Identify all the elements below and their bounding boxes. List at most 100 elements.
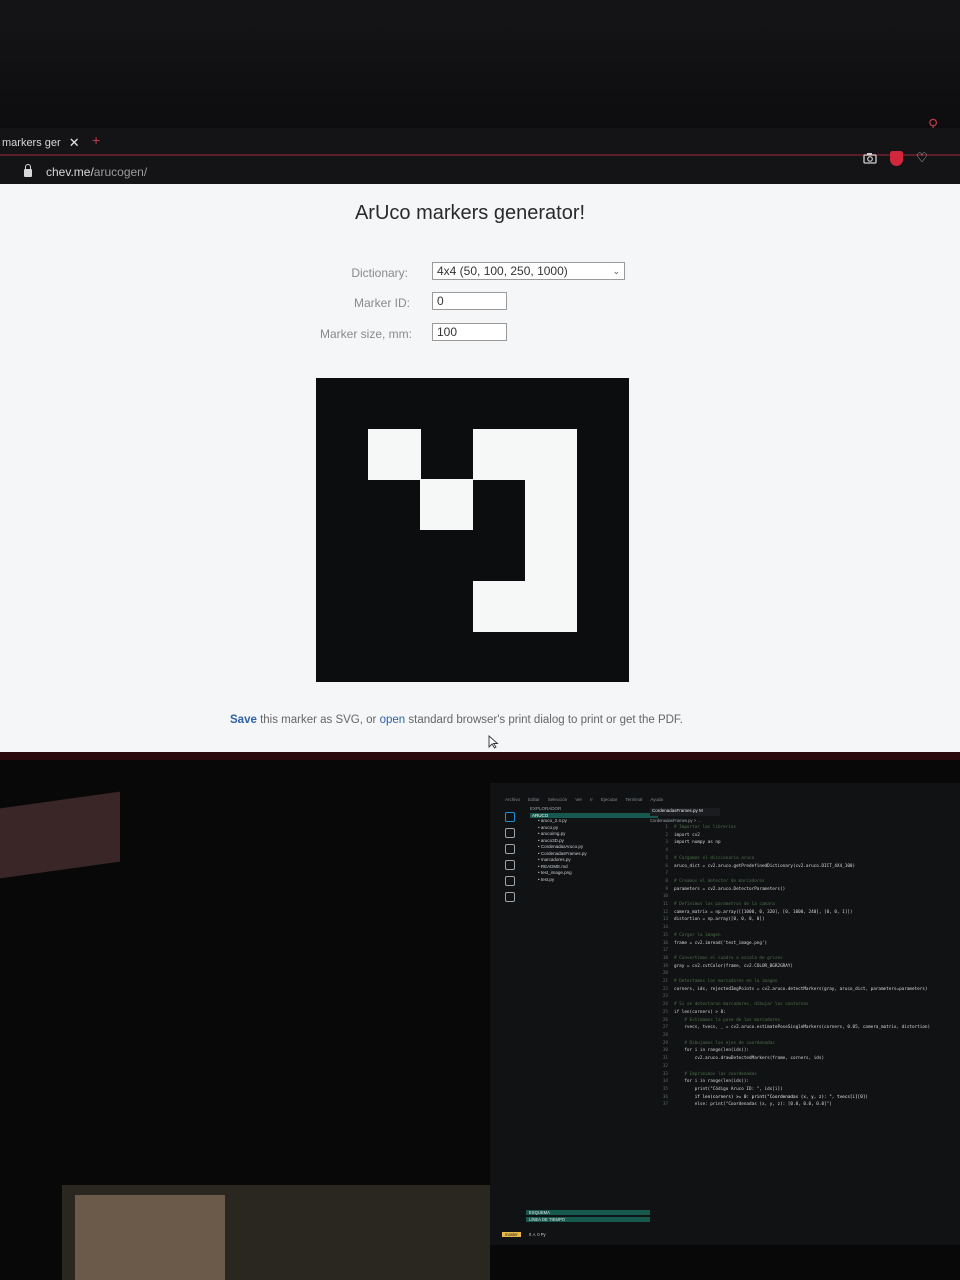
menu-item[interactable]: Archivo — [505, 797, 520, 802]
tab-divider — [0, 154, 960, 156]
url-path: arucogen/ — [93, 165, 148, 179]
marker-white-cell — [420, 479, 473, 531]
menu-item[interactable]: Editar — [528, 797, 540, 802]
line-number: 26 — [662, 1017, 668, 1023]
line-number: 19 — [662, 963, 668, 969]
editor-breadcrumb: CordenadasFrames.py > ... — [650, 818, 701, 823]
code-text: if len(corners) > 0: — [674, 1009, 726, 1015]
marker-white-cell — [524, 580, 578, 632]
file-list: • aruco_2.4.py • aruco.py • arucoimg.py • a… — [530, 818, 658, 883]
extensions-icon[interactable] — [505, 876, 515, 886]
code-line: 29 # Dibujamos los ejes de coordenadas — [656, 1040, 956, 1048]
open-link[interactable]: open — [380, 714, 406, 726]
code-editor[interactable]: 1 # Importar las librerias 2 import cv2 3 imp… — [656, 824, 956, 1109]
camera-icon[interactable] — [862, 150, 878, 166]
new-tab-button[interactable]: + — [92, 132, 100, 148]
menu-item[interactable]: Ver — [575, 797, 582, 802]
branch-indicator[interactable]: master — [502, 1231, 521, 1237]
editor-status-bar: master 0 ⚠ 0 Py — [502, 1229, 652, 1239]
outline-panel[interactable]: ESQUEMA — [526, 1210, 650, 1215]
menu-item[interactable]: Ayuda — [650, 797, 663, 802]
line-number: 23 — [662, 994, 668, 1000]
timeline-panel[interactable]: LÍNEA DE TIEMPO — [526, 1217, 650, 1222]
close-icon[interactable]: ✕ — [69, 135, 80, 151]
line-number: 34 — [662, 1079, 668, 1085]
code-text: # Imprimimos las coordenadas — [674, 1071, 757, 1077]
code-line: 21 # Detectamos los marcadores en la imag… — [656, 978, 956, 986]
line-number: 4 — [665, 848, 668, 854]
code-line: 31 cv2.aruco.drawDetectedMarkers(frame, … — [656, 1055, 956, 1063]
marker-id-input[interactable]: 0 — [432, 292, 507, 310]
dictionary-select[interactable]: 4x4 (50, 100, 250, 1000) ⌄ — [432, 262, 625, 280]
marker-white-cell — [472, 428, 526, 480]
code-line: 33 # Imprimimos las coordenadas — [656, 1071, 956, 1079]
heart-icon[interactable]: ♡ — [914, 150, 930, 166]
editor-menubar: Archivo Editar Selección Ver Ir Ejecutar Termi… — [505, 793, 955, 805]
shield-icon[interactable] — [888, 150, 904, 166]
testing-icon[interactable] — [505, 892, 515, 902]
line-number: 21 — [662, 979, 668, 985]
editor-activity-bar — [502, 806, 518, 1226]
save-instructions: Save this marker as SVG, or open standar… — [230, 714, 790, 726]
code-line: 35 print("Código Aruco ID: ", ids[i]) — [656, 1086, 956, 1094]
code-line: 18 # Convertimos el cuadro a escala de gr… — [656, 955, 956, 963]
code-line: 26 # Estimamos la pose de los marcadores — [656, 1017, 956, 1025]
url: chev.me/arucogen/ — [46, 165, 147, 179]
browser-tab[interactable]: markers ger ✕ — [0, 132, 92, 154]
file-item[interactable]: • test.py — [530, 877, 658, 884]
marker-white-cell — [524, 479, 578, 531]
tab-title: markers ger — [2, 137, 61, 149]
line-number: 3 — [665, 840, 668, 846]
save-link[interactable]: Save — [230, 714, 257, 726]
editor-tab[interactable]: CordenadasFrames.py M — [650, 808, 720, 816]
explorer-icon[interactable] — [505, 812, 515, 822]
code-text: # Convertimos el cuadro a escala de gris… — [674, 955, 783, 961]
marker-size-input[interactable]: 100 — [432, 323, 507, 341]
code-line: 34 for i in range(len(ids)): — [656, 1078, 956, 1086]
code-text: import numpy as np — [674, 840, 721, 846]
line-number: 5 — [665, 855, 668, 861]
line-number: 16 — [662, 940, 668, 946]
code-line: 27 rvecs, tvecs, _ = cv2.aruco.estimateP… — [656, 1024, 956, 1032]
line-number: 6 — [665, 863, 668, 869]
code-line: 14 — [656, 924, 956, 932]
code-text: # Dibujamos los ejes de coordenadas — [674, 1040, 775, 1046]
address-bar[interactable]: chev.me/arucogen/ — [24, 162, 147, 182]
code-line: 20 — [656, 970, 956, 978]
line-number: 28 — [662, 1032, 668, 1038]
explorer-title: EXPLORADOR — [530, 806, 562, 811]
menu-item[interactable]: Ir — [590, 797, 593, 802]
code-line: 17 — [656, 947, 956, 955]
page-title-text: ArUco markers generator! — [354, 202, 586, 224]
marker-white-cell — [524, 530, 578, 582]
marker-white-cell — [472, 580, 526, 632]
mouse-cursor-icon — [488, 735, 499, 749]
code-text: camera_matrix = np.array([[1000, 0, 320]… — [674, 909, 853, 915]
code-text: cv2.aruco.drawDetectedMarkers(frame, cor… — [674, 1056, 825, 1062]
code-text: # Estimamos la pose de los marcadores — [674, 1017, 781, 1023]
dictionary-value: 4x4 (50, 100, 250, 1000) — [437, 264, 568, 278]
code-line: 6 aruco_dict = cv2.aruco.getPredefinedDic… — [656, 863, 956, 871]
lock-icon — [24, 164, 32, 177]
code-line: 32 — [656, 1063, 956, 1071]
code-text: # Si se detectaron marcadores, dibujar l… — [674, 1002, 809, 1008]
line-number: 12 — [662, 909, 668, 915]
editor-explorer: EXPLORADOR ARUCO • aruco_2.4.py • aruco.p… — [530, 806, 658, 916]
code-text: # Cargar la imagen — [674, 932, 721, 938]
code-line: 13 distortion = np.array([0, 0, 0, 0]) — [656, 916, 956, 924]
menu-item[interactable]: Terminal — [625, 797, 642, 802]
problems-indicator[interactable]: 0 ⚠ 0 Py — [529, 1232, 546, 1237]
line-number: 7 — [665, 871, 668, 877]
menu-item[interactable]: Selección — [548, 797, 568, 802]
line-number: 27 — [662, 1025, 668, 1031]
source-control-icon[interactable] — [505, 844, 515, 854]
code-line: 36 if len(corners) >= 0: print("Coordena… — [656, 1094, 956, 1102]
photo-figure — [75, 1195, 225, 1280]
run-debug-icon[interactable] — [505, 860, 515, 870]
menu-item[interactable]: Ejecutar — [601, 797, 618, 802]
line-number: 9 — [665, 886, 668, 892]
code-text: if len(corners) >= 0: print("Coordenadas… — [674, 1094, 869, 1100]
search-icon[interactable] — [505, 828, 515, 838]
line-number: 37 — [662, 1102, 668, 1108]
url-host: chev.me/ — [46, 165, 94, 179]
